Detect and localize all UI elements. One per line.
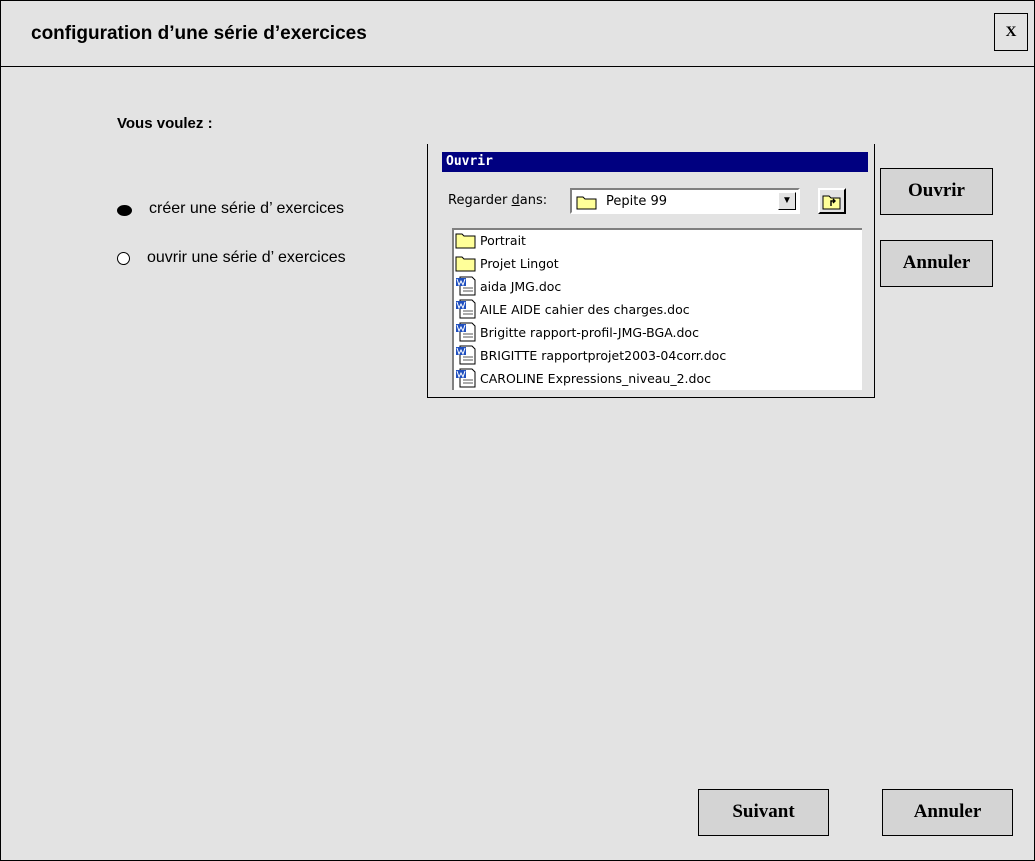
radio-create[interactable] [117,204,132,216]
option-create-label: créer une série d’ exercices [149,200,345,217]
list-item[interactable]: AILE AIDE cahier des charges.doc [454,299,690,319]
option-open-label: ouvrir une série d’ exercices [147,249,346,266]
up-folder-icon [822,195,841,210]
dialog-title: Ouvrir [442,152,868,172]
config-window: configuration d’une série d’exercices X … [0,0,1035,861]
list-item[interactable]: CAROLINE Expressions_niveau_2.doc [454,368,711,388]
cancel-button[interactable]: Annuler [882,789,1013,836]
radio-open[interactable] [117,251,130,265]
open-file-dialog: Ouvrir Regarder dans: Pepite 99 ▼ Portra… [427,144,875,398]
folder-icon [455,233,476,249]
next-button[interactable]: Suivant [698,789,829,836]
close-button[interactable]: X [994,13,1028,51]
title-bar: configuration d’une série d’exercices X [1,1,1034,67]
dropdown-arrow-icon[interactable]: ▼ [778,192,796,210]
dialog-cancel-button[interactable]: Annuler [880,240,993,287]
word-doc-icon [456,345,476,365]
word-doc-icon [456,322,476,342]
look-in-combo[interactable]: Pepite 99 ▼ [570,188,800,214]
word-doc-icon [456,276,476,296]
list-item[interactable]: Projet Lingot [454,253,559,273]
look-in-value: Pepite 99 [606,194,668,209]
list-item[interactable]: aida JMG.doc [454,276,561,296]
file-list[interactable]: Portrait Projet Lingot aida JMG.doc AILE… [452,228,862,390]
open-button[interactable]: Ouvrir [880,168,993,215]
up-folder-button[interactable] [818,188,846,214]
prompt-label: Vous voulez : [117,115,213,132]
look-in-label: Regarder dans: [448,193,548,208]
option-create[interactable]: créer une série d’ exercices [117,200,344,218]
option-open[interactable]: ouvrir une série d’ exercices [117,249,346,267]
list-item[interactable]: Portrait [454,230,526,250]
word-doc-icon [456,368,476,388]
list-item[interactable]: BRIGITTE rapportprojet2003-04corr.doc [454,345,726,365]
folder-icon [576,194,598,215]
word-doc-icon [456,299,476,319]
list-item[interactable]: Brigitte rapport-profil-JMG-BGA.doc [454,322,699,342]
window-title: configuration d’une série d’exercices [31,23,367,44]
folder-icon [455,256,476,272]
